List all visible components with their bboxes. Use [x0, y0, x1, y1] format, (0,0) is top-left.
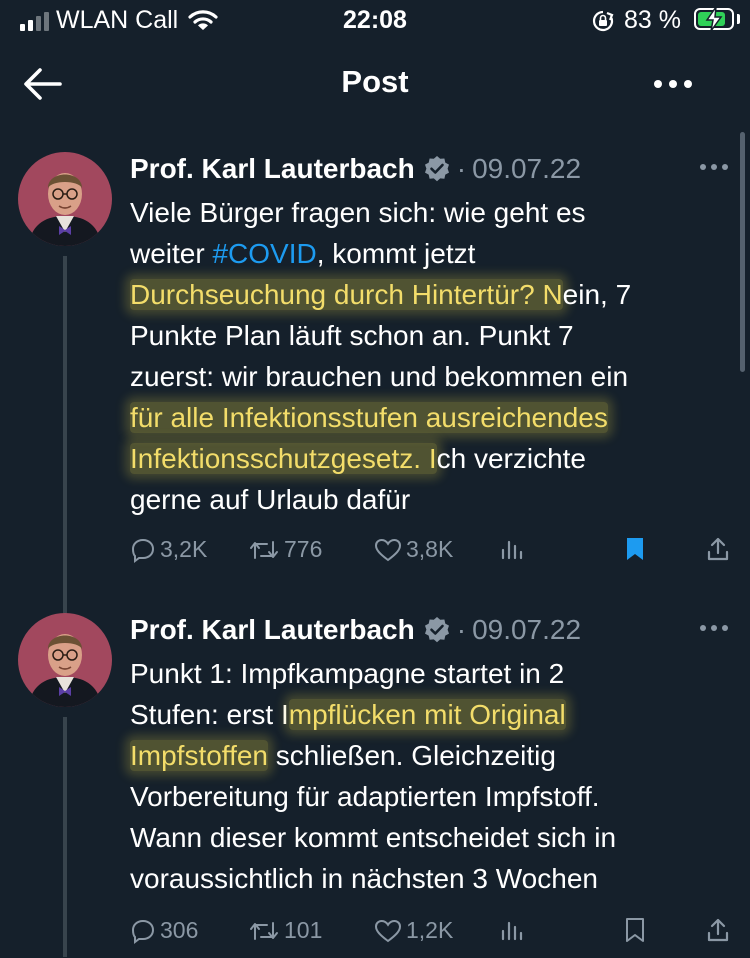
tweet-more-icon[interactable] [700, 164, 728, 170]
battery-percent: 83 % [624, 6, 681, 34]
tweet-line: Impfstoffen schließen. Gleichzeitig [130, 735, 730, 776]
tweet-more-icon[interactable] [700, 625, 728, 631]
tweet-actions: 3,2K 776 3,8K [0, 536, 750, 572]
more-options-icon[interactable] [654, 80, 692, 88]
reply-count: 3,2K [160, 536, 208, 562]
text-span: schließen. Gleichzeitig [268, 740, 556, 771]
text-span: gerne auf Urlaub dafür [130, 484, 411, 515]
share-icon [707, 918, 729, 942]
share-button[interactable] [706, 536, 730, 562]
highlighted-text: Impfstoffen [130, 740, 269, 771]
verified-badge-icon [424, 156, 449, 182]
heart-icon [374, 538, 402, 561]
reply-icon [131, 538, 155, 563]
scrollbar[interactable] [740, 132, 745, 372]
tweet-line: Durchseuchung durch Hintertür? Nein, 7 [130, 274, 730, 315]
text-span: Wann dieser kommt entscheidet sich in [130, 822, 617, 853]
text-span: weiter [130, 238, 213, 269]
text-span: Stufen: erst I [130, 699, 289, 730]
reply-icon [131, 919, 155, 944]
analytics-button[interactable] [500, 917, 524, 943]
analytics-icon [501, 540, 523, 560]
tweet-line: voraussichtlich in nächsten 3 Wochen [130, 858, 730, 899]
tweet-line: gerne auf Urlaub dafür [130, 479, 730, 520]
bookmark-button[interactable] [624, 536, 646, 562]
text-span: Vorbereitung für adaptierten Impfstoff. [130, 781, 600, 812]
battery-tip [737, 14, 740, 24]
retweet-icon [250, 540, 278, 559]
separator-dot: · [456, 614, 467, 645]
retweet-count: 776 [284, 536, 323, 562]
retweet-count: 101 [284, 917, 323, 943]
highlighted-text: für alle Infektionsstufen ausreichendes [130, 402, 608, 433]
author-name[interactable]: Prof. Karl Lauterbach [130, 614, 415, 646]
bookmark-button[interactable] [624, 917, 646, 943]
avatar[interactable] [18, 152, 112, 246]
tweet-date[interactable]: 09.07.22 [472, 153, 581, 185]
avatar[interactable] [18, 613, 112, 707]
tweet-line: Infektionsschutzgesetz. Ich verzichte [130, 438, 730, 479]
bookmark-filled-icon [627, 538, 643, 560]
thread-line [63, 256, 67, 630]
text-span: Viele Bürger fragen sich: wie geht es [130, 197, 586, 228]
text-span: Punkt 1: Impfkampagne startet in 2 [130, 658, 565, 689]
tweet-line: Punkte Plan läuft schon an. Punkt 7 [130, 315, 730, 356]
verified-badge-icon [424, 617, 449, 643]
like-button[interactable]: 3,8K [374, 536, 453, 563]
text-span: , kommt jetzt [316, 238, 476, 269]
hashtag-link[interactable]: #COVID [212, 238, 316, 269]
share-button[interactable] [706, 917, 730, 943]
text-span: ch verzichte [436, 443, 587, 474]
heart-icon [374, 919, 402, 942]
rotation-lock-icon [592, 10, 614, 32]
separator-dot: · [456, 153, 467, 184]
charging-bolt-icon [705, 6, 723, 32]
text-span: ein, 7 [562, 279, 632, 310]
tweet-text: Viele Bürger fragen sich: wie geht es we… [130, 192, 730, 520]
author-name[interactable]: Prof. Karl Lauterbach [130, 153, 415, 185]
text-span: Punkte Plan läuft schon an. Punkt 7 [130, 320, 574, 351]
reply-count: 306 [160, 917, 199, 943]
retweet-button[interactable]: 101 [248, 917, 322, 944]
tweet-line: Stufen: erst Impflücken mit Original [130, 694, 730, 735]
tweet-line: Vorbereitung für adaptierten Impfstoff. [130, 776, 730, 817]
retweet-button[interactable]: 776 [248, 536, 322, 563]
share-icon [707, 537, 729, 561]
retweet-icon [250, 921, 278, 940]
tweet-actions: 306 101 1,2K [0, 917, 750, 953]
highlighted-text: Infektionsschutzgesetz. I [130, 443, 437, 474]
status-bar: WLAN Call 22:08 83 % [0, 0, 750, 44]
analytics-button[interactable] [500, 536, 524, 562]
tweet-line: zuerst: wir brauchen und bekommen ein [130, 356, 730, 397]
text-span: zuerst: wir brauchen und bekommen ein [130, 361, 629, 392]
reply-button[interactable]: 306 [130, 917, 198, 944]
tweet-line: weiter #COVID, kommt jetzt [130, 233, 730, 274]
like-button[interactable]: 1,2K [374, 917, 453, 944]
tweet-line: Wann dieser kommt entscheidet sich in [130, 817, 730, 858]
page-title: Post [341, 64, 409, 99]
analytics-icon [501, 921, 523, 941]
tweet-line: Viele Bürger fragen sich: wie geht es [130, 192, 730, 233]
highlighted-text: Durchseuchung durch Hintertür? N [130, 279, 563, 310]
highlighted-text: mpflücken mit Original [288, 699, 566, 730]
tweet-line: Punkt 1: Impfkampagne startet in 2 [130, 653, 730, 694]
text-span: voraussichtlich in nächsten 3 Wochen [130, 863, 598, 894]
tweet-text: Punkt 1: Impfkampagne startet in 2 Stufe… [130, 653, 730, 899]
tweet-line: für alle Infektionsstufen ausreichendes [130, 397, 730, 438]
like-count: 1,2K [406, 917, 454, 943]
like-count: 3,8K [406, 536, 454, 562]
bookmark-icon [626, 918, 644, 942]
tweet-date[interactable]: 09.07.22 [472, 614, 581, 646]
reply-button[interactable]: 3,2K [130, 536, 207, 563]
